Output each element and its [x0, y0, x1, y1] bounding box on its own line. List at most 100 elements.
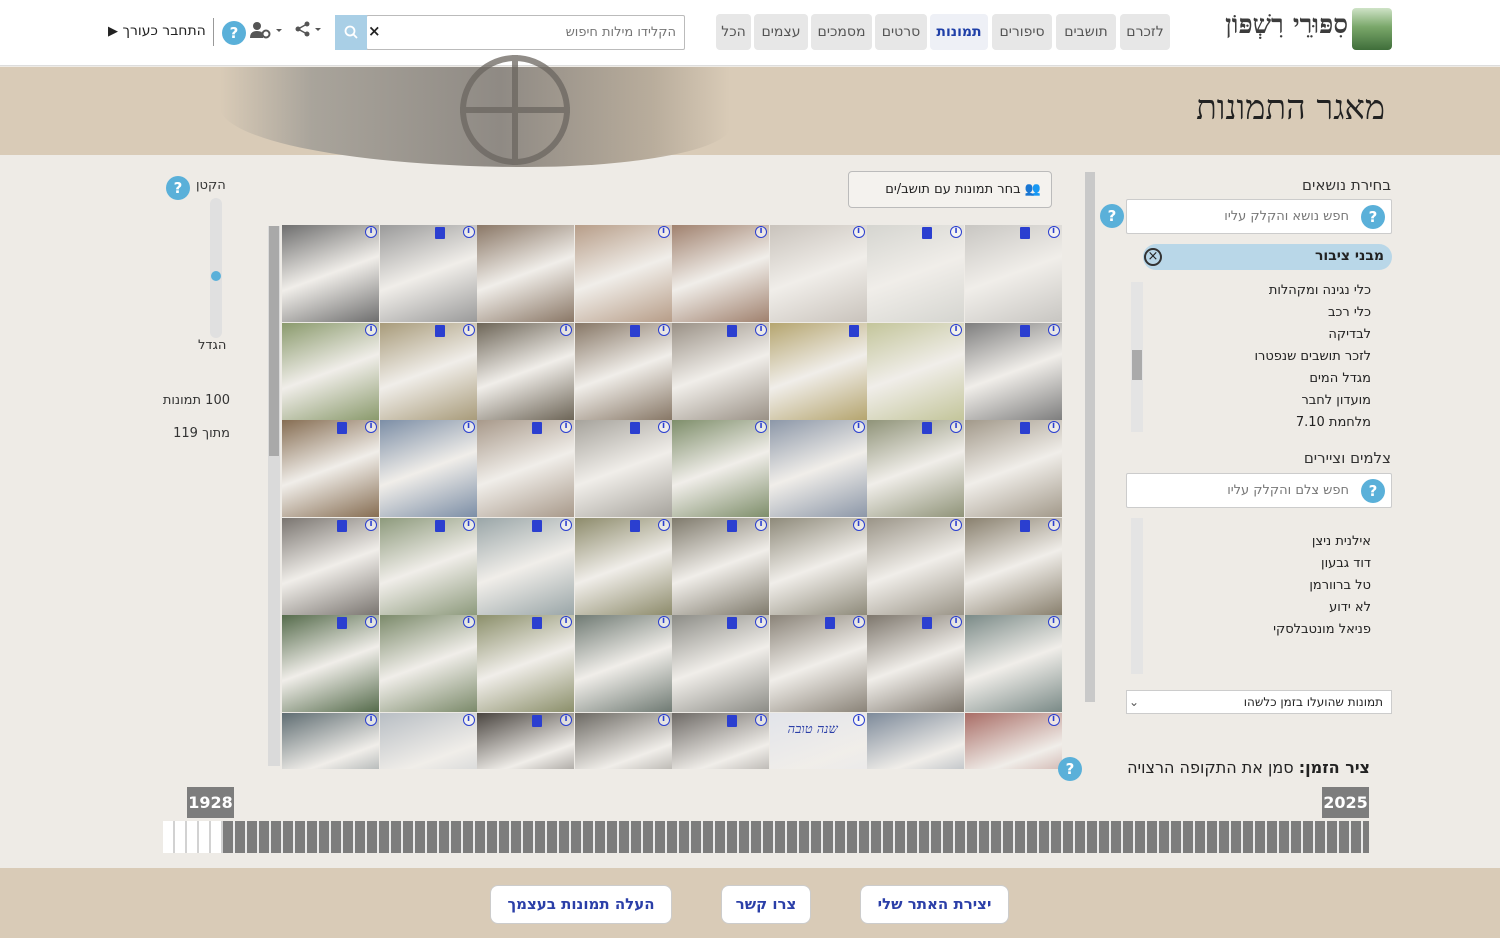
photographers-scrollbar[interactable]	[1131, 518, 1143, 674]
topic-item[interactable]: מלחמת 7.10	[1296, 415, 1371, 430]
info-icon[interactable]: i	[1047, 421, 1060, 433]
document-icon[interactable]	[337, 422, 347, 434]
tab-photos[interactable]: תמונות	[930, 14, 988, 50]
sidebar-scrollbar[interactable]	[1085, 172, 1095, 702]
document-icon[interactable]	[337, 617, 347, 629]
topic-item[interactable]: מועדון לחבר	[1301, 393, 1371, 408]
info-icon[interactable]: i	[1047, 518, 1060, 531]
topic-item[interactable]: כלי רכב	[1328, 305, 1371, 320]
search-clear-icon[interactable]: ×	[368, 22, 381, 40]
zoom-slider[interactable]	[210, 198, 222, 338]
tab-stories[interactable]: סיפורים	[992, 14, 1052, 50]
info-icon[interactable]: i	[365, 323, 377, 336]
topic-item[interactable]: לבדיקה	[1328, 327, 1371, 342]
document-icon[interactable]	[727, 324, 737, 337]
photo-thumbnail[interactable]: i שנה טובה	[769, 712, 867, 769]
document-icon[interactable]	[1019, 324, 1030, 337]
search-button[interactable]	[335, 15, 367, 50]
info-icon[interactable]: i	[657, 713, 670, 726]
info-icon[interactable]: i	[950, 518, 962, 531]
info-icon[interactable]: i	[365, 226, 377, 238]
info-icon[interactable]: i	[462, 518, 475, 531]
photo-thumbnail[interactable]: i	[769, 517, 867, 615]
photographer-search-field[interactable]: חפש צלם והקלק עליו ?	[1126, 473, 1392, 508]
search-input[interactable]	[366, 15, 685, 50]
info-icon[interactable]: i	[365, 421, 377, 433]
topic-search-field[interactable]: חפש נושא והקלק עליו ?	[1126, 199, 1392, 234]
photographer-item[interactable]: אילנית ניצן	[1312, 534, 1371, 549]
photo-thumbnail[interactable]	[769, 322, 867, 420]
photo-thumbnail[interactable]: i	[574, 712, 672, 769]
photo-thumbnail[interactable]	[867, 712, 964, 769]
photo-thumbnail[interactable]: i	[769, 615, 867, 712]
document-icon[interactable]	[629, 324, 640, 337]
info-icon[interactable]: i	[755, 226, 767, 238]
photo-thumbnail[interactable]: i	[672, 517, 769, 615]
photo-thumbnail[interactable]: i	[477, 517, 574, 615]
photo-thumbnail[interactable]: i	[867, 322, 964, 420]
selected-topic-chip[interactable]: מבני ציבור ×	[1143, 244, 1392, 270]
pick-residents-button[interactable]: 👥 בחר תמונות עם תושב/ים	[848, 171, 1052, 208]
document-icon[interactable]	[1019, 422, 1030, 434]
tab-all[interactable]: הכל	[716, 14, 751, 50]
info-icon[interactable]: i	[657, 226, 670, 238]
info-icon[interactable]: i	[755, 713, 767, 726]
info-icon[interactable]: i	[365, 518, 377, 531]
document-icon[interactable]	[824, 617, 835, 629]
tab-residents[interactable]: תושבים	[1056, 14, 1116, 50]
photo-thumbnail[interactable]: i	[672, 225, 769, 322]
photo-thumbnail[interactable]: i	[672, 615, 769, 712]
document-icon[interactable]	[532, 519, 542, 532]
upload-photos-button[interactable]: העלה תמונות בעצמך	[490, 885, 672, 924]
topic-item[interactable]: כלי נגינה ומקהלות	[1269, 283, 1371, 298]
info-icon[interactable]: i	[657, 616, 670, 628]
info-icon[interactable]: i	[755, 421, 767, 433]
info-icon[interactable]: i	[365, 616, 377, 628]
info-icon[interactable]: i	[1047, 616, 1060, 628]
document-icon[interactable]	[922, 422, 932, 434]
site-brand[interactable]: סִפּוּרֵי רִשְׁפּוֹן	[1180, 10, 1348, 40]
chevron-down-icon[interactable]: ⌄	[1129, 695, 1139, 709]
info-icon[interactable]: i	[560, 421, 572, 433]
document-icon[interactable]	[532, 422, 542, 434]
document-icon[interactable]	[629, 519, 640, 532]
photo-thumbnail[interactable]: i	[282, 322, 379, 420]
photographer-item[interactable]: טל ברוורמן	[1309, 578, 1371, 593]
photo-thumbnail[interactable]: i	[574, 420, 672, 517]
info-icon[interactable]: i	[950, 421, 962, 433]
info-icon[interactable]: i	[852, 226, 865, 238]
info-icon[interactable]: i	[1047, 323, 1060, 336]
info-icon[interactable]: i	[657, 518, 670, 531]
photo-thumbnail[interactable]: i	[379, 225, 477, 322]
timeline-help-icon[interactable]: ?	[1058, 757, 1082, 781]
photo-thumbnail[interactable]: i	[964, 615, 1062, 712]
document-icon[interactable]	[532, 617, 542, 629]
info-icon[interactable]: i	[462, 226, 475, 238]
tab-memorial[interactable]: לזכרם	[1120, 14, 1170, 50]
timeline-range-bar[interactable]	[163, 821, 1369, 853]
info-icon[interactable]: i	[852, 713, 865, 726]
photo-thumbnail[interactable]: i	[379, 420, 477, 517]
topic-item[interactable]: לזכר תושבים שנפטרו	[1254, 349, 1371, 364]
info-icon[interactable]: i	[462, 323, 475, 336]
contact-button[interactable]: צרו קשר	[721, 885, 811, 924]
photo-thumbnail[interactable]: i	[964, 420, 1062, 517]
photo-thumbnail[interactable]: i	[964, 517, 1062, 615]
timeline-start-year[interactable]: 1928	[187, 787, 234, 818]
photo-thumbnail[interactable]: i	[867, 420, 964, 517]
photo-thumbnail[interactable]: i	[477, 420, 574, 517]
photo-thumbnail[interactable]: i	[477, 322, 574, 420]
photo-thumbnail[interactable]: i	[379, 322, 477, 420]
photo-thumbnail[interactable]: i	[282, 517, 379, 615]
site-logo[interactable]	[1352, 8, 1392, 50]
photo-thumbnail[interactable]: i	[574, 225, 672, 322]
photo-thumbnail[interactable]: i	[379, 712, 477, 769]
help-icon[interactable]: ?	[222, 21, 246, 45]
document-icon[interactable]	[922, 227, 932, 239]
info-icon[interactable]: i	[462, 713, 475, 726]
info-icon[interactable]: i	[560, 713, 572, 726]
photo-thumbnail[interactable]: i	[769, 420, 867, 517]
document-icon[interactable]	[434, 227, 445, 239]
document-icon[interactable]	[848, 324, 859, 337]
info-icon[interactable]: i	[560, 616, 572, 628]
